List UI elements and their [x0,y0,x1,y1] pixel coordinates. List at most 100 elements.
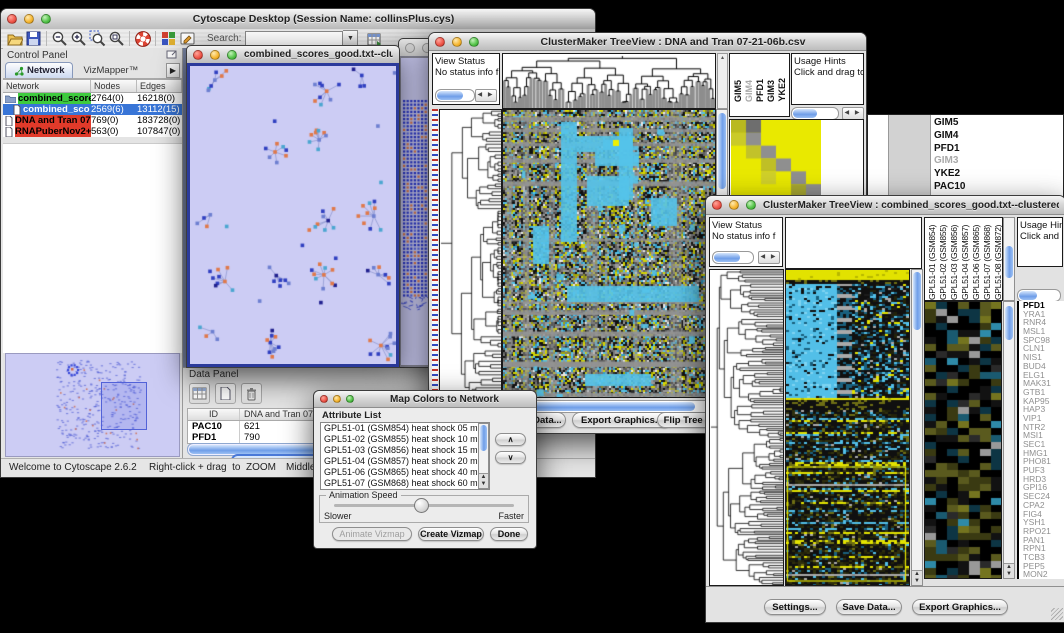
attribute-list-item[interactable]: GPL51-03 (GSM856) heat shock 15 min [324,445,489,456]
top-dendrogram-panel[interactable] [502,53,716,109]
move-up-button[interactable]: ∧ [495,433,526,446]
gene-label[interactable]: GIM5 [934,117,966,130]
scrollbar-arrows[interactable]: ▲▼ [912,570,922,585]
network-row[interactable]: DNA and Tran 07 769(0) 183728(0) [3,115,182,126]
heatmap-panel[interactable] [785,269,910,586]
speed-slider-thumb[interactable] [414,498,429,513]
animate-vizmap-button[interactable]: Animate Vizmap [332,527,412,541]
view-status-hscrollbar[interactable] [712,251,754,264]
zoom-window-button[interactable] [746,200,756,210]
column-label[interactable]: GIM4 [744,80,754,102]
gene-label[interactable]: GIM3 [934,155,966,168]
zoom-window-button[interactable] [41,14,51,24]
scrollbar-thumb[interactable] [511,402,695,411]
zoom-matrix-canvas[interactable] [731,120,821,197]
zoom-fit-button[interactable] [107,29,126,48]
heatmap-canvas[interactable] [786,270,909,585]
labels-vscrollbar[interactable] [1003,217,1015,301]
scrollbar-thumb[interactable] [714,253,740,262]
minimize-button[interactable] [333,395,341,403]
tab-network[interactable]: Network [5,62,73,78]
left-dendrogram-panel[interactable] [439,109,502,399]
zoom-selected-button[interactable] [88,29,107,48]
scrollbar-thumb[interactable] [1019,291,1037,300]
dialog-titlebar[interactable]: Map Colors to Network [314,391,536,408]
scrollbar-arrows[interactable]: ▲▼ [479,473,488,488]
close-button[interactable] [712,200,722,210]
help-lifesaver-button[interactable] [133,29,152,48]
column-label[interactable]: YKE2 [777,78,787,102]
scrollbar-thumb[interactable] [437,91,463,100]
close-button[interactable] [193,50,203,60]
column-label[interactable]: GPL51-08 (GSM872) [993,218,1003,300]
fragment-scroll-track[interactable] [888,115,931,197]
move-down-button[interactable]: ∨ [495,451,526,464]
scrollbar-thumb[interactable] [1005,306,1013,340]
column-label[interactable]: GPL51-04 (GSM857) [960,218,971,300]
zoom-matrix-panel[interactable] [729,119,864,198]
left-dendrogram-canvas[interactable] [710,270,783,585]
column-label[interactable]: GPL51-02 (GSM855) [938,218,949,300]
close-button[interactable] [405,43,415,53]
attribute-list-item[interactable]: GPL51-07 (GSM868) heat shock 60 min [324,478,489,489]
birdseye-canvas[interactable] [8,356,174,452]
zoom-window-button[interactable] [346,395,354,403]
done-button[interactable]: Done [490,527,528,541]
birdseye-view[interactable] [5,353,180,457]
column-label[interactable]: GIM5 [733,80,743,102]
column-label[interactable]: GPL51-06 (GSM865) [971,218,982,300]
settings-button[interactable]: Settings... [764,599,826,615]
close-button[interactable] [7,14,17,24]
scrollbar-thumb[interactable] [480,425,487,451]
scrollbar-arrows[interactable]: ◀ ▶ [758,251,780,264]
create-vizmap-button[interactable]: Create Vizmap [418,527,484,541]
zoom-heatmap-panel[interactable] [924,301,1002,579]
zoom-in-button[interactable] [69,29,88,48]
view-status-hscrollbar[interactable] [435,89,475,102]
treeview2-titlebar[interactable]: ClusterMaker TreeView : combined_scores_… [706,196,1064,215]
network-row[interactable]: combined_scores 2764(0) 16218(0) [3,93,182,104]
gene-label[interactable]: YKE2 [934,168,966,181]
minimize-button[interactable] [210,50,220,60]
scrollbar-arrows[interactable]: ▲▼ [1004,563,1014,578]
select-attributes-button[interactable] [189,383,210,404]
heatmap-panel[interactable] [502,109,716,398]
column-label[interactable]: PAC10 [788,74,790,102]
resize-grip[interactable] [1051,608,1063,620]
column-label[interactable]: GPL51-07 (GSM868) [982,218,993,300]
scrollbar-thumb[interactable] [1005,246,1013,278]
scrollbar-thumb[interactable] [718,113,726,189]
minimize-button[interactable] [452,37,462,47]
attribute-list-item[interactable]: GPL51-04 (GSM857) heat shock 20 min [324,456,489,467]
zoom-window-button[interactable] [227,50,237,60]
gene-list-item[interactable]: MON2 [1023,570,1064,579]
mini-vscrollbar[interactable]: ▴ [717,53,728,109]
attribute-list-item[interactable]: GPL51-06 (GSM865) heat shock 40 min [324,467,489,478]
new-attribute-button[interactable] [215,383,236,404]
top-dendrogram-canvas[interactable] [503,54,715,108]
zoom-heatmap-canvas[interactable] [925,302,1001,578]
zoom-window-button[interactable] [469,37,479,47]
export-graphics-button[interactable]: Export Graphics... [912,599,1008,615]
tab-overflow-arrow[interactable]: ▶ [166,63,180,78]
left-dendrogram-panel[interactable] [709,269,784,586]
scrollbar-thumb[interactable] [793,109,817,118]
gene-label[interactable]: GIM4 [934,130,966,143]
left-dendrogram-canvas[interactable] [440,110,501,398]
open-session-button[interactable] [5,29,24,48]
tab-vizmapper[interactable]: VizMapper™ [73,63,148,78]
network-row-selected[interactable]: combined_sco 2569(6) 13112(15) [3,104,182,115]
search-input[interactable] [245,31,343,46]
float-panel-icon[interactable] [166,46,178,64]
save-data-button[interactable]: Save Data... [836,599,902,615]
heatmap-vscrollbar[interactable]: ▲▼ [911,269,923,586]
minimize-button[interactable] [729,200,739,210]
save-session-button[interactable] [24,29,43,48]
heatmap-canvas[interactable] [503,110,715,397]
scrollbar-thumb[interactable] [913,272,921,330]
attribute-list-item[interactable]: GPL51-01 (GSM854) heat shock 05 min [324,423,489,434]
column-label[interactable]: GPL51-03 (GSM856) [949,218,960,300]
column-label[interactable]: GIM3 [766,80,776,102]
close-button[interactable] [435,37,445,47]
attribute-list-vscrollbar[interactable]: ▲▼ [478,423,489,489]
